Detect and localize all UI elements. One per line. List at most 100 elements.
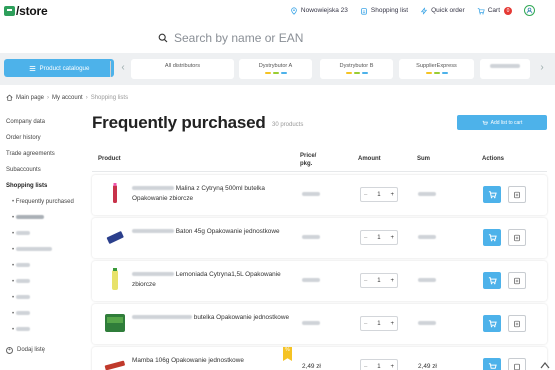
add-to-list-button[interactable] — [508, 186, 526, 203]
add-to-cart-button[interactable] — [483, 229, 501, 246]
column-header-product: Product — [98, 156, 121, 162]
product-image — [113, 183, 117, 203]
add-to-cart-button[interactable] — [483, 186, 501, 203]
product-count: 30 products — [272, 122, 304, 128]
decrement-button[interactable]: – — [364, 278, 367, 284]
sidebar-list-frequently-purchased[interactable]: Frequently purchased — [6, 194, 84, 210]
add-to-list-button[interactable] — [508, 315, 526, 332]
breadcrumb-separator: › — [85, 94, 88, 101]
add-to-list-button[interactable] — [508, 358, 526, 370]
sidebar-list-item[interactable] — [6, 274, 84, 290]
distributor-color-bars — [320, 72, 393, 74]
store-logo[interactable]: /store — [4, 2, 48, 20]
sidebar-item-trade-agreements[interactable]: Trade agreements — [6, 146, 84, 162]
sidebar-item-subaccounts[interactable]: Subaccounts — [6, 162, 84, 178]
list-add-icon — [514, 191, 520, 198]
increment-button[interactable]: + — [390, 321, 394, 327]
quantity-stepper[interactable]: – 1 + — [360, 316, 398, 331]
product-name: Malina z Cytryną 500ml butelka Opakowani… — [132, 184, 297, 204]
increment-button[interactable]: + — [390, 278, 394, 284]
scroll-left-chevron-icon[interactable]: ‹ — [118, 60, 128, 78]
blurred-text — [302, 278, 320, 283]
shopping-list-link[interactable]: Shopping list — [360, 7, 408, 15]
quick-order-label: Quick order — [431, 7, 465, 14]
sidebar-item-order-history[interactable]: Order history — [6, 130, 84, 146]
quantity-stepper[interactable]: – 1 + — [360, 359, 398, 370]
decrement-button[interactable]: – — [364, 192, 367, 198]
distributor-a[interactable]: Dystrybutor A — [239, 59, 312, 79]
blurred-text — [132, 186, 174, 191]
list-add-icon — [514, 277, 520, 284]
blurred-text — [15, 295, 30, 300]
home-icon[interactable] — [6, 94, 13, 101]
product-catalogue-button[interactable]: Product catalogue — [4, 59, 114, 77]
product-name-text: butelka Opakowanie jednostkowe — [193, 314, 289, 321]
cart-label: Cart — [487, 7, 500, 14]
breadcrumb-main-page[interactable]: Main page — [16, 95, 44, 101]
decrement-button[interactable]: – — [364, 235, 367, 241]
add-to-cart-button[interactable] — [483, 315, 501, 332]
distributor-b[interactable]: Dystrybutor B — [320, 59, 393, 79]
blurred-text — [302, 235, 320, 240]
decrement-button[interactable]: – — [364, 321, 367, 327]
sidebar-list-item[interactable] — [6, 242, 84, 258]
blurred-text — [15, 215, 44, 220]
quantity-value[interactable]: 1 — [377, 278, 380, 284]
scroll-right-chevron-icon[interactable]: › — [537, 60, 547, 78]
sidebar-list-item[interactable] — [6, 306, 84, 322]
decrement-button[interactable]: – — [364, 364, 367, 370]
add-to-cart-button[interactable] — [483, 358, 501, 370]
quantity-stepper[interactable]: – 1 + — [360, 230, 398, 245]
breadcrumb-shopping-lists: Shopping lists — [90, 94, 129, 101]
scroll-up-chevron-icon[interactable] — [539, 360, 551, 370]
add-to-list-button[interactable] — [508, 272, 526, 289]
sidebar-list-item[interactable] — [6, 210, 84, 226]
location-link[interactable]: Nowowiejska 23 — [290, 6, 348, 15]
quantity-stepper[interactable]: – 1 + — [360, 187, 398, 202]
column-header-sum: Sum — [417, 156, 431, 162]
add-to-list-button[interactable] — [508, 229, 526, 246]
catalogue-label: Product catalogue — [39, 64, 90, 72]
add-list-to-cart-button[interactable]: Add list to cart — [457, 115, 547, 130]
sidebar-list-item[interactable] — [6, 322, 84, 338]
increment-button[interactable]: + — [390, 364, 394, 370]
price-cell — [302, 320, 320, 327]
blurred-text — [302, 321, 320, 326]
quick-order-link[interactable]: Quick order — [420, 7, 465, 15]
sidebar-list-item[interactable] — [6, 226, 84, 242]
sum-cell: 2,49 zł — [418, 363, 437, 370]
account-sidebar: Company data Order history Trade agreeme… — [6, 114, 84, 358]
sidebar-list-item[interactable] — [6, 290, 84, 306]
add-list-button[interactable]: + Dodaj listę — [6, 342, 84, 358]
search-icon[interactable] — [158, 33, 168, 43]
quantity-value[interactable]: 1 — [377, 192, 380, 198]
table-row: Malina z Cytryną 500ml butelka Opakowani… — [92, 175, 547, 215]
cart-icon — [488, 320, 497, 328]
quantity-value[interactable]: 1 — [377, 364, 380, 370]
distributor-partial[interactable] — [480, 59, 530, 79]
sidebar-item-company-data[interactable]: Company data — [6, 114, 84, 130]
logo-mark-icon — [4, 6, 15, 16]
increment-button[interactable]: + — [390, 235, 394, 241]
sidebar-list-item[interactable] — [6, 258, 84, 274]
quantity-value[interactable]: 1 — [377, 235, 380, 241]
add-list-label: Dodaj listę — [17, 347, 46, 353]
plus-circle-icon: + — [6, 346, 13, 354]
cart-icon — [488, 234, 497, 242]
breadcrumb-my-account[interactable]: My account — [52, 95, 83, 101]
quantity-stepper[interactable]: – 1 + — [360, 273, 398, 288]
blurred-text — [15, 247, 52, 252]
add-to-cart-button[interactable] — [483, 272, 501, 289]
distributor-supplier-express[interactable]: SupplierExpress — [399, 59, 474, 79]
sidebar-item-shopping-lists[interactable]: Shopping lists — [6, 178, 84, 194]
search-input[interactable] — [174, 31, 394, 45]
sum-cell — [418, 277, 436, 284]
user-avatar[interactable] — [524, 5, 535, 16]
cart-link[interactable]: Cart 0 — [477, 6, 512, 15]
distributor-all[interactable]: All distributors — [131, 59, 234, 79]
logo-text: /store — [16, 4, 48, 18]
increment-button[interactable]: + — [390, 192, 394, 198]
blurred-text — [418, 235, 436, 240]
breadcrumb-separator: › — [47, 94, 50, 101]
quantity-value[interactable]: 1 — [377, 321, 380, 327]
